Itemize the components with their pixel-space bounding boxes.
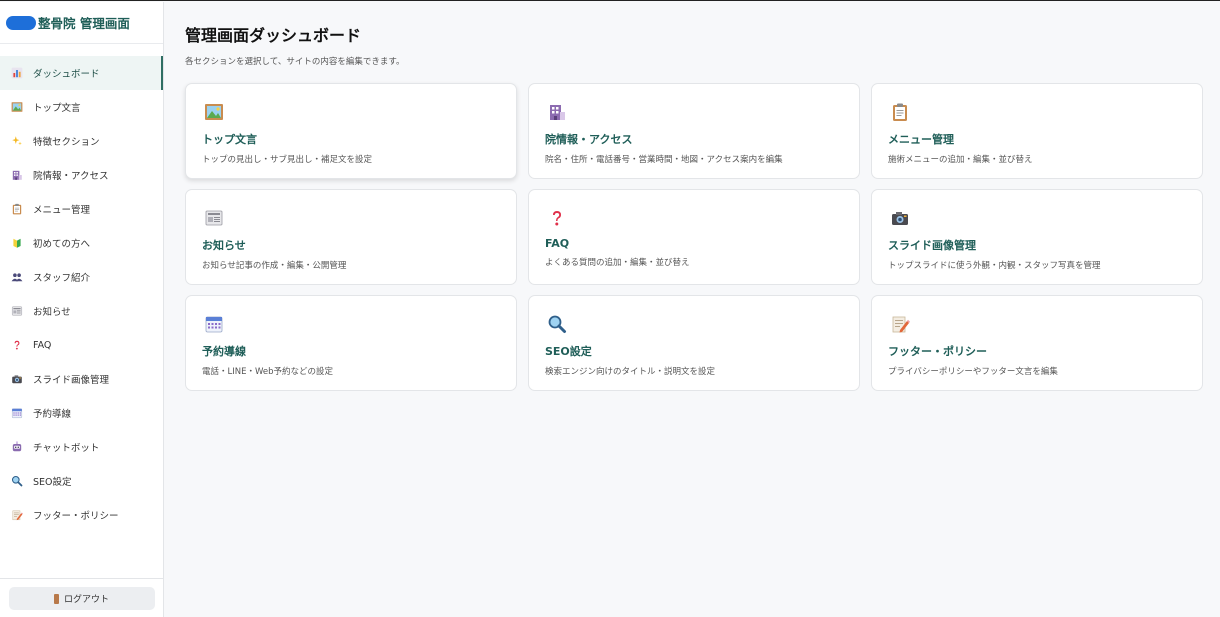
- sidebar-item-4[interactable]: メニュー管理: [0, 192, 163, 226]
- sparkles-icon: [11, 135, 23, 147]
- card-title: トップ文言: [202, 133, 257, 146]
- camera-icon: [890, 208, 910, 228]
- camera-icon: [11, 373, 23, 385]
- sidebar-item-label: 院情報・アクセス: [33, 171, 109, 182]
- sidebar-item-label: ダッシュボード: [33, 69, 100, 80]
- sidebar-item-2[interactable]: 特徴セクション: [0, 124, 163, 158]
- sidebar-item-label: 特徴セクション: [33, 137, 100, 148]
- section-card-6[interactable]: 予約導線電話・LINE・Web予約などの設定: [185, 295, 517, 391]
- magnifier-icon: [11, 475, 23, 487]
- card-title: FAQ: [545, 237, 570, 250]
- newspaper-icon: [204, 208, 224, 228]
- page-title: 管理画面ダッシュボード: [185, 26, 362, 45]
- building-icon: [547, 102, 567, 122]
- sidebar-footer: ログアウト: [0, 578, 163, 617]
- sidebar-item-5[interactable]: 初めての方へ: [0, 226, 163, 260]
- section-card-3[interactable]: お知らせお知らせ記事の作成・編集・公開管理: [185, 189, 517, 285]
- logout-label: ログアウト: [63, 595, 109, 605]
- card-description: プライバシーポリシーやフッター文言を編集: [888, 367, 1058, 377]
- section-card-1[interactable]: 院情報・アクセス院名・住所・電話番号・営業時間・地図・アクセス案内を編集: [528, 83, 860, 179]
- question-icon: [547, 208, 567, 228]
- card-title: メニュー管理: [888, 133, 954, 146]
- sidebar-item-label: メニュー管理: [33, 205, 91, 216]
- sidebar-item-11[interactable]: チャットボット: [0, 430, 163, 464]
- brand-header[interactable]: 整骨院 管理画面: [0, 2, 163, 44]
- card-title: スライド画像管理: [888, 239, 976, 252]
- picture-icon: [11, 101, 23, 113]
- memo-icon: [890, 314, 910, 334]
- card-title: お知らせ: [202, 239, 246, 252]
- sidebar: 整骨院 管理画面 ダッシュボード トップ文言特徴セクション 院情報・アクセス メニュー…: [0, 2, 164, 617]
- sidebar-nav: ダッシュボード トップ文言 特徴セクション 院情報・アクセス メニュー管理 初めての方へス…: [0, 44, 163, 532]
- sidebar-item-label: お知らせ: [33, 307, 71, 318]
- sidebar-item-label: スライド画像管理: [33, 375, 110, 386]
- redacted-logo: [6, 15, 36, 30]
- question-icon: [11, 339, 23, 351]
- sidebar-item-label: フッター・ポリシー: [33, 511, 119, 522]
- main-content: 管理画面ダッシュボード 各セクションを選択して、サイトの内容を編集できます。 ト…: [185, 22, 1203, 391]
- sidebar-item-6[interactable]: スタッフ紹介: [0, 260, 163, 294]
- sidebar-item-3[interactable]: 院情報・アクセス: [0, 158, 163, 192]
- picture-icon: [204, 102, 224, 122]
- robot-icon: [11, 441, 23, 453]
- sidebar-item-9[interactable]: スライド画像管理: [0, 362, 163, 396]
- beginner-icon: [11, 237, 23, 249]
- bar-chart-icon: [11, 67, 23, 79]
- section-card-4[interactable]: FAQ よくある質問の追加・編集・並び替え: [528, 189, 860, 285]
- calendar-icon: [204, 314, 224, 334]
- people-icon: [11, 271, 23, 283]
- card-description: お知らせ記事の作成・編集・公開管理: [202, 261, 347, 271]
- sidebar-item-label: SEO設定: [33, 477, 72, 488]
- card-description: 電話・LINE・Web予約などの設定: [202, 367, 334, 377]
- brand-title: 整骨院 管理画面: [38, 16, 130, 31]
- section-card-2[interactable]: メニュー管理施術メニューの追加・編集・並び替え: [871, 83, 1203, 179]
- card-description: よくある質問の追加・編集・並び替え: [545, 258, 690, 268]
- card-description: 院名・住所・電話番号・営業時間・地図・アクセス案内を編集: [545, 155, 783, 165]
- card-title: 院情報・アクセス: [545, 133, 633, 146]
- newspaper-icon: [11, 305, 23, 317]
- sidebar-item-7[interactable]: お知らせ: [0, 294, 163, 328]
- card-description: 施術メニューの追加・編集・並び替え: [888, 155, 1033, 165]
- sidebar-item-label: チャットボット: [33, 443, 100, 454]
- card-description: トップスライドに使う外観・内観・スタッフ写真を管理: [888, 261, 1101, 271]
- sidebar-item-label: トップ文言: [33, 103, 81, 114]
- section-card-grid: トップ文言 トップの見出し・サブ見出し・補足文を設定 院情報・アクセス 院名・住所・電…: [185, 83, 1203, 391]
- sidebar-item-1[interactable]: トップ文言: [0, 90, 163, 124]
- section-card-8[interactable]: フッター・ポリシープライバシーポリシーやフッター文言を編集: [871, 295, 1203, 391]
- memo-icon: [11, 509, 23, 521]
- section-card-0[interactable]: トップ文言トップの見出し・サブ見出し・補足文を設定: [185, 83, 517, 179]
- card-title: 予約導線: [202, 345, 246, 358]
- sidebar-item-label: 初めての方へ: [33, 239, 91, 250]
- card-description: 検索エンジン向けのタイトル・説明文を設定: [545, 367, 716, 377]
- logout-button[interactable]: ログアウト: [8, 587, 155, 610]
- card-title: SEO設定: [545, 345, 592, 358]
- sidebar-item-8[interactable]: FAQ: [0, 328, 163, 362]
- sidebar-item-10[interactable]: 予約導線: [0, 396, 163, 430]
- sidebar-item-label: スタッフ紹介: [33, 273, 91, 284]
- card-title: フッター・ポリシー: [888, 345, 987, 358]
- clipboard-icon: [890, 102, 910, 122]
- door-icon: [53, 593, 59, 604]
- card-description: トップの見出し・サブ見出し・補足文を設定: [202, 155, 373, 165]
- magnifier-icon: [547, 314, 567, 334]
- calendar-icon: [11, 407, 23, 419]
- sidebar-item-13[interactable]: フッター・ポリシー: [0, 498, 163, 532]
- sidebar-item-label: 予約導線: [33, 409, 72, 420]
- page-subtitle: 各セクションを選択して、サイトの内容を編集できます。: [185, 57, 405, 67]
- sidebar-item-0[interactable]: ダッシュボード: [0, 56, 163, 90]
- sidebar-item-label: FAQ: [33, 339, 52, 351]
- section-card-7[interactable]: SEO設定検索エンジン向けのタイトル・説明文を設定: [528, 295, 860, 391]
- sidebar-item-12[interactable]: SEO設定: [0, 464, 163, 498]
- clipboard-icon: [11, 203, 23, 215]
- building-icon: [11, 169, 23, 181]
- section-card-5[interactable]: スライド画像管理トップスライドに使う外観・内観・スタッフ写真を管理: [871, 189, 1203, 285]
